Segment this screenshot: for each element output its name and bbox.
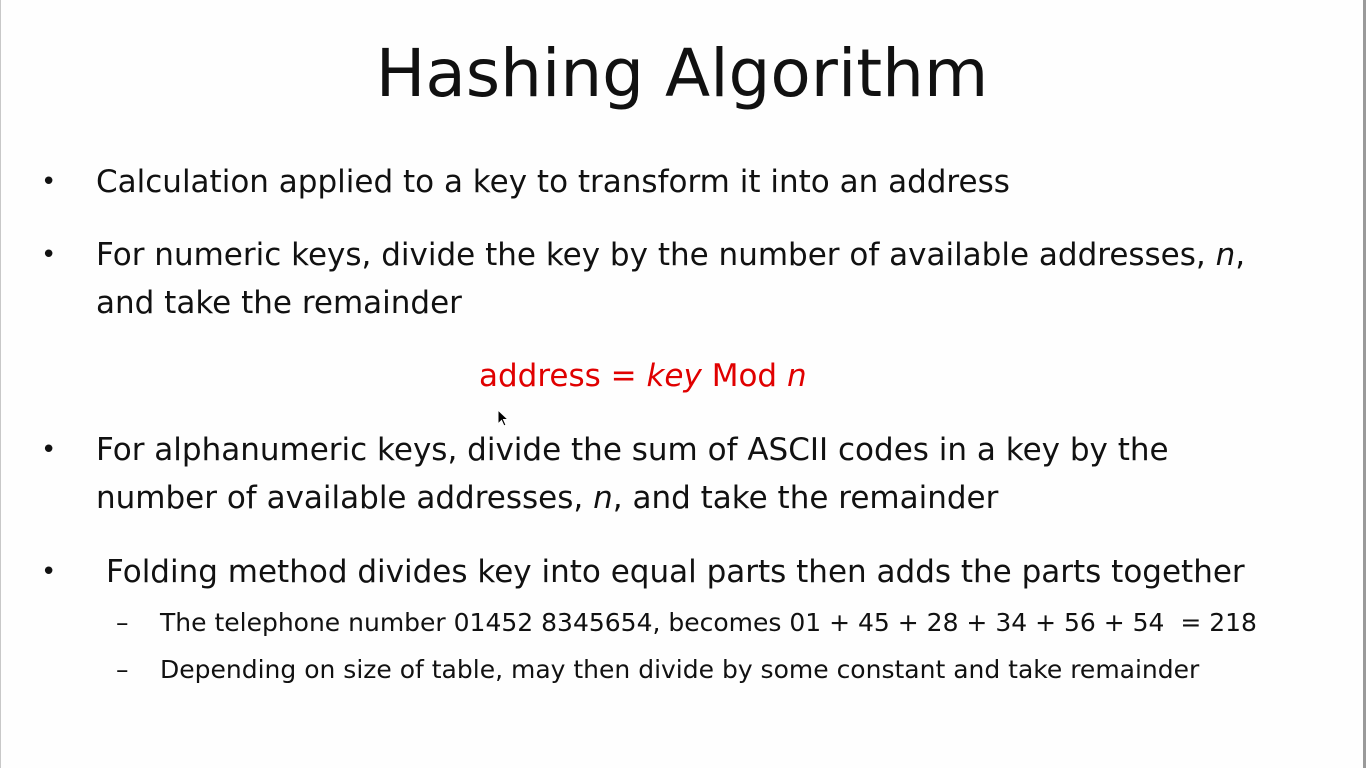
bullet-text: For numeric keys, divide the key by the …	[96, 231, 1245, 327]
bullet-dot: •	[41, 240, 57, 270]
bullet-3: • For alphanumeric keys, divide the sum …	[41, 426, 1169, 522]
formula: address = key Mod n	[479, 356, 807, 396]
sub-bullet-text: Depending on size of table, may then div…	[160, 655, 1200, 684]
slide: Hashing Algorithm • Calculation applied …	[0, 0, 1366, 768]
formula-op: Mod	[701, 358, 787, 394]
bullet-2: • For numeric keys, divide the key by th…	[41, 231, 1245, 327]
bullet-dot: •	[41, 435, 57, 465]
bullet-text-line1-post: ,	[1235, 237, 1246, 273]
slide-title: Hashing Algorithm	[375, 35, 989, 112]
bullet-text: For alphanumeric keys, divide the sum of…	[96, 426, 1169, 522]
bullet-dot: •	[41, 557, 57, 587]
sub-bullet-2: – Depending on size of table, may then d…	[116, 653, 1199, 687]
bullet-4: • Folding method divides key into equal …	[41, 548, 1245, 596]
bullet-text: Folding method divides key into equal pa…	[106, 554, 1245, 590]
bullet-1: • Calculation applied to a key to transf…	[41, 158, 1010, 206]
variable-n: n	[593, 480, 613, 516]
formula-key: key	[646, 358, 702, 394]
bullet-text: Calculation applied to a key to transfor…	[96, 164, 1010, 200]
mouse-pointer-icon	[497, 409, 509, 427]
variable-n: n	[1215, 237, 1236, 273]
sub-bullet-dash: –	[116, 655, 129, 684]
bullet-dot: •	[41, 167, 57, 197]
sub-bullet-1: – The telephone number 01452 8345654, be…	[116, 606, 1257, 640]
sub-bullet-text: The telephone number 01452 8345654, beco…	[160, 608, 1257, 637]
bullet-text-line2: and take the remainder	[96, 285, 462, 321]
formula-n: n	[786, 358, 807, 394]
bullet-text-line1: For alphanumeric keys, divide the sum of…	[96, 432, 1169, 468]
bullet-text-line1-pre: For numeric keys, divide the key by the …	[96, 237, 1216, 273]
sub-bullet-dash: –	[116, 608, 129, 637]
bullet-text-line2-pre: number of available addresses,	[96, 480, 594, 516]
bullet-text-line2-post: , and take the remainder	[612, 480, 999, 516]
formula-lhs: address =	[479, 358, 647, 394]
